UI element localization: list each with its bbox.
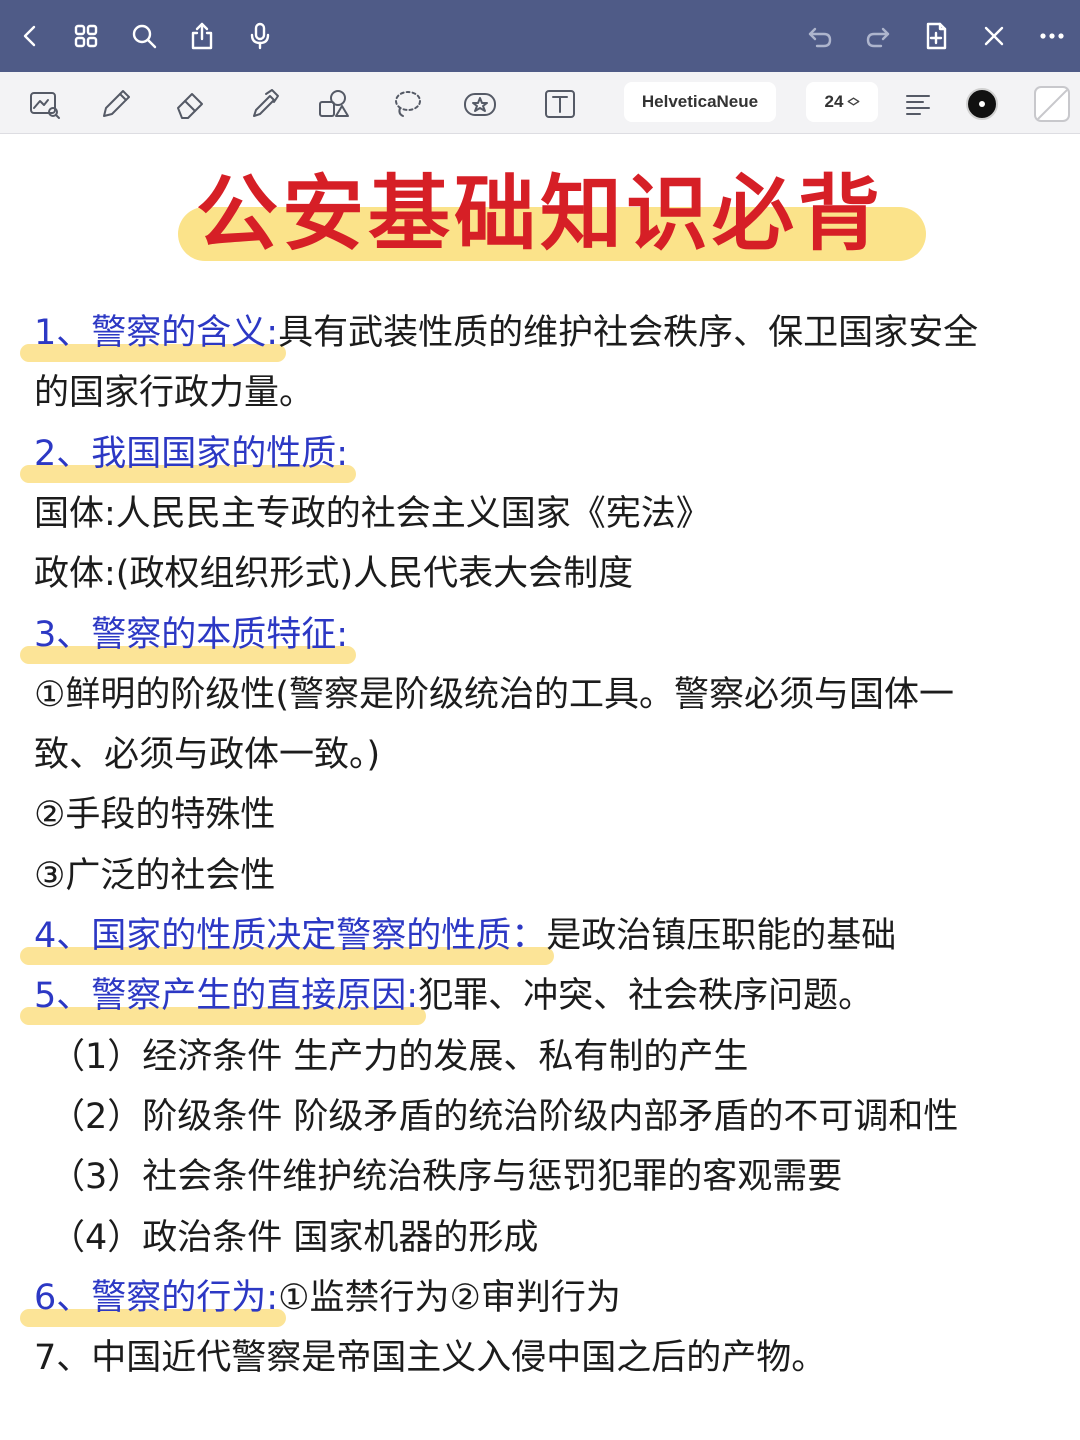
heading-line: 2、我国国家的性质:: [34, 431, 348, 477]
line-text: （2）阶级条件 阶级矛盾的统治阶级内部矛盾的不可调和性: [50, 1096, 959, 1137]
line-text: 7、中国近代警察是帝国主义入侵中国之后的产物。: [34, 1338, 827, 1379]
line-text: 政体:(政权组织形式)人民代表大会制度: [34, 554, 634, 595]
note-line: 致、必须与政体一致。): [34, 732, 380, 778]
line-text: （3）社会条件维护统治秩序与惩罚犯罪的客观需要: [50, 1157, 843, 1198]
line-text: ②手段的特殊性: [34, 795, 276, 836]
line-text: （1）经济条件 生产力的发展、私有制的产生: [50, 1036, 749, 1077]
highlighted-heading: 1、警察的含义:: [34, 313, 279, 353]
line-text: 犯罪、冲突、社会秩序问题。: [418, 976, 874, 1017]
line-text: （4）政治条件 国家机器的形成: [50, 1217, 539, 1258]
heading-line: 1、警察的含义:具有武装性质的维护社会秩序、保卫国家安全: [34, 310, 978, 356]
line-text: 致、必须与政体一致。): [34, 735, 381, 776]
note-body: 1、警察的含义:具有武装性质的维护社会秩序、保卫国家安全的国家行政力量。 2、我国…: [0, 0, 1080, 1440]
note-line: ③广泛的社会性: [34, 853, 275, 899]
note-line: 政体:(政权组织形式)人民代表大会制度: [34, 551, 633, 597]
highlighted-heading: 3、警察的本质特征:: [34, 614, 349, 655]
line-text: 具有武装性质的维护社会秩序、保卫国家安全: [278, 313, 979, 353]
heading-line: 5、警察产生的直接原因:犯罪、冲突、社会秩序问题。: [34, 973, 873, 1019]
heading-line: 4、国家的性质决定警察的性质：是政治镇压职能的基础: [34, 913, 896, 959]
highlighted-heading: 6、警察的行为:: [34, 1277, 279, 1318]
note-line: ①鲜明的阶级性(警察是阶级统治的工具。警察必须与国体一: [34, 672, 954, 718]
highlighted-heading: 2、我国国家的性质:: [34, 433, 349, 474]
highlighted-heading: 4、国家的性质决定警察的性质：: [34, 916, 547, 956]
line-text: ①鲜明的阶级性(警察是阶级统治的工具。警察必须与国体一: [34, 674, 955, 715]
note-line: 国体:人民民主专政的社会主义国家《宪法》: [34, 491, 711, 537]
line-text: ①监禁行为②审判行为: [278, 1277, 621, 1318]
line-text: 国体:人民民主专政的社会主义国家《宪法》: [34, 493, 711, 534]
note-line: （2）阶级条件 阶级矛盾的统治阶级内部矛盾的不可调和性: [50, 1094, 958, 1140]
heading-line: 6、警察的行为:①监禁行为②审判行为: [34, 1275, 621, 1321]
note-line: 7、中国近代警察是帝国主义入侵中国之后的产物。: [34, 1335, 826, 1381]
note-line: 的国家行政力量。: [34, 370, 314, 416]
note-line: （1）经济条件 生产力的发展、私有制的产生: [50, 1034, 748, 1080]
line-text: ③广泛的社会性: [34, 855, 276, 896]
note-line: ②手段的特殊性: [34, 792, 275, 838]
note-line: （4）政治条件 国家机器的形成: [50, 1215, 538, 1261]
heading-line: 3、警察的本质特征:: [34, 612, 348, 658]
note-line: （3）社会条件维护统治秩序与惩罚犯罪的客观需要: [50, 1154, 842, 1200]
line-text: 是政治镇压职能的基础: [546, 916, 897, 956]
highlighted-heading: 5、警察产生的直接原因:: [34, 976, 419, 1017]
line-text: 的国家行政力量。: [34, 373, 315, 414]
